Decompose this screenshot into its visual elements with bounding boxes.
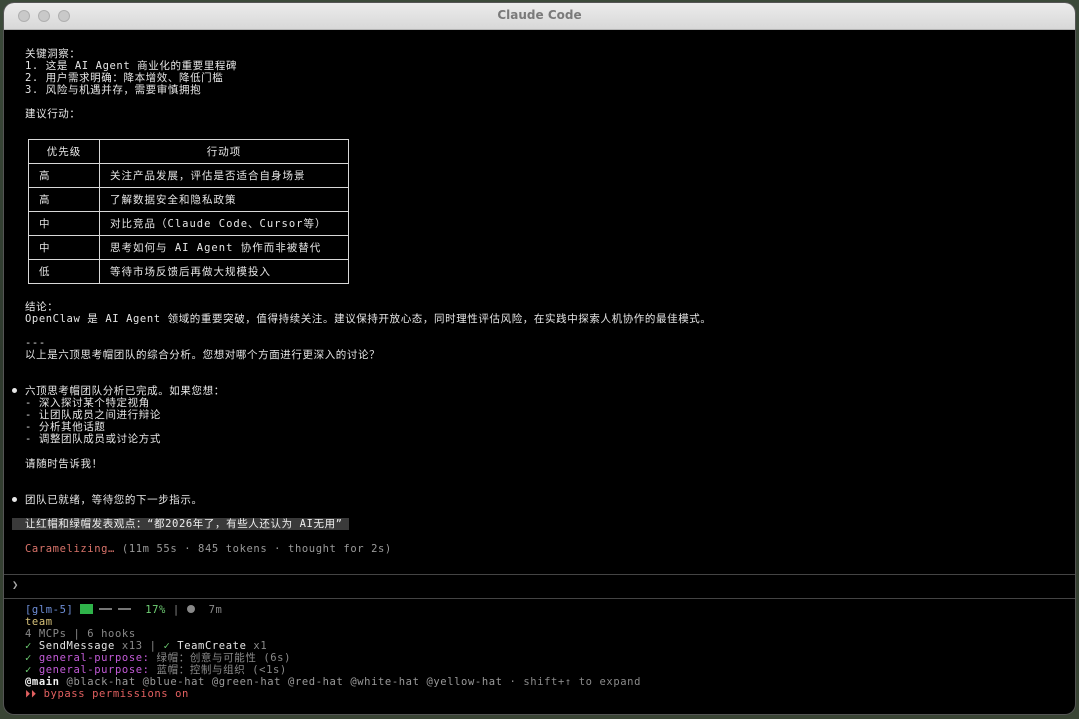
summary-question: 以上是六顶思考帽团队的综合分析。您想对哪个方面进行更深入的讨论？ xyxy=(25,349,381,361)
action-cell: 了解数据安全和隐私政策 xyxy=(99,187,349,212)
actions-title: 建议行动： xyxy=(25,108,81,120)
action-cell: 等待市场反馈后再做大规模投入 xyxy=(99,259,349,284)
priority-cell: 高 xyxy=(28,163,100,188)
terminal-output: 关键洞察： 1. 这是 AI Agent 商业化的重要里程碑 2. 用户需求明确… xyxy=(4,30,1075,714)
prompt-input-row[interactable]: ❯ xyxy=(12,579,26,591)
message-bullet-icon xyxy=(12,388,17,393)
team-members-row: @main @black-hat @blue-hat @green-hat @r… xyxy=(25,676,641,688)
action-cell: 关注产品发展，评估是否适合自身场景 xyxy=(99,163,349,188)
mcp-hooks-info: 4 MCPs | 6 hooks xyxy=(25,628,136,640)
table-row: 中 对比竞品（Claude Code、Cursor等） xyxy=(28,211,349,236)
context-bar-empty xyxy=(118,608,132,610)
bypass-permissions-row: ⏵⏵ bypass permissions on xyxy=(25,688,189,700)
team-label: team xyxy=(25,616,53,628)
hat-agents-list[interactable]: @black-hat @blue-hat @green-hat @red-hat… xyxy=(67,676,503,688)
option-item: - 深入探讨某个特定视角 xyxy=(25,397,150,409)
assistant-message-outro: 请随时告诉我！ xyxy=(25,458,103,470)
input-top-divider xyxy=(4,574,1075,575)
terminal-window: Claude Code 关键洞察： 1. 这是 AI Agent 商业化的重要里… xyxy=(4,3,1075,714)
agent-status-row: ✓ general-purpose: 蓝帽：控制与组织 (<1s) xyxy=(25,664,287,676)
window-title: Claude Code xyxy=(497,8,582,22)
message-bullet-icon xyxy=(12,497,17,502)
input-bottom-divider xyxy=(4,598,1075,599)
tools-summary: ✓ SendMessage x13 | ✓ TeamCreate x1 xyxy=(25,640,267,652)
footer-model-row: [glm-5] 17% | 7m xyxy=(25,604,222,616)
priority-cell: 低 xyxy=(28,259,100,284)
bypass-icon: ⏵⏵ xyxy=(25,688,37,700)
context-bar-empty xyxy=(99,608,113,610)
action-cell: 思考如何与 AI Agent 协作而非被替代 xyxy=(99,235,349,260)
table-row: 高 关注产品发展，评估是否适合自身场景 xyxy=(28,163,349,188)
insights-title: 关键洞察： xyxy=(25,48,81,60)
table-row: 中 思考如何与 AI Agent 协作而非被替代 xyxy=(28,235,349,260)
bypass-permissions-status: bypass permissions on xyxy=(43,688,189,700)
clock-icon xyxy=(186,605,195,613)
agent-name: general-purpose: xyxy=(38,664,150,676)
status-spinner-text: Caramelizing… xyxy=(25,543,115,555)
user-prompt-message: 让红帽和绿帽发表观点：“都2026年了，有些人还认为 AI无用” xyxy=(12,518,349,530)
insight-item: 2. 用户需求明确：降本增效、降低门槛 xyxy=(25,72,224,84)
priority-cell: 高 xyxy=(28,187,100,212)
tool-name: TeamCreate xyxy=(177,640,247,652)
check-icon: ✓ xyxy=(25,664,32,676)
main-agent-tag[interactable]: @main xyxy=(25,676,60,688)
agent-description: 蓝帽：控制与组织 (<1s) xyxy=(156,664,287,676)
context-percent: 17% xyxy=(145,604,166,616)
tool-count: x1 xyxy=(253,640,268,652)
title-bar: Claude Code xyxy=(4,3,1075,30)
elapsed-time: 7m xyxy=(208,604,223,616)
table-header-priority: 优先级 xyxy=(28,139,100,164)
action-cell: 对比竞品（Claude Code、Cursor等） xyxy=(99,211,349,236)
priority-cell: 中 xyxy=(28,211,100,236)
model-name: [glm-5] xyxy=(25,604,74,616)
tool-count: x13 xyxy=(121,640,143,652)
priority-cell: 中 xyxy=(28,235,100,260)
expand-hint: · shift+↑ to expand xyxy=(509,676,642,688)
agent-description: 绿帽：创意与可能性 (6s) xyxy=(156,652,292,664)
check-icon: ✓ xyxy=(25,652,32,664)
status-line: Caramelizing… (11m 55s · 845 tokens · th… xyxy=(25,543,392,555)
insight-item: 3. 风险与机遇并存，需要审慎拥抱 xyxy=(25,84,202,96)
check-icon: ✓ xyxy=(163,640,171,652)
table-row: 低 等待市场反馈后再做大规模投入 xyxy=(28,259,349,284)
actions-table: 优先级 行动项 高 关注产品发展，评估是否适合自身场景 高 了解数据安全和隐私政… xyxy=(28,139,349,284)
status-detail: (11m 55s · 845 tokens · thought for 2s) xyxy=(121,543,392,555)
tool-name: SendMessage xyxy=(38,640,115,652)
agent-name: general-purpose: xyxy=(38,652,150,664)
footer-separator: | xyxy=(172,604,180,616)
agent-status-row: ✓ general-purpose: 绿帽：创意与可能性 (6s) xyxy=(25,652,291,664)
table-row: 高 了解数据安全和隐私政策 xyxy=(28,187,349,212)
context-bar-fill xyxy=(80,604,94,614)
separator-line: --- xyxy=(25,337,46,349)
option-item: - 让团队成员之间进行辩论 xyxy=(25,409,161,421)
check-icon: ✓ xyxy=(25,640,32,652)
footer-separator: | xyxy=(149,640,157,652)
option-item: - 分析其他话题 xyxy=(25,421,106,433)
option-item: - 调整团队成员或讨论方式 xyxy=(25,433,161,445)
table-header-action: 行动项 xyxy=(99,139,349,164)
prompt-chevron-icon: ❯ xyxy=(12,579,19,591)
conclusion-text: OpenClaw 是 AI Agent 领域的重要突破，值得持续关注。建议保持开… xyxy=(25,313,712,325)
assistant-message: 团队已就绪，等待您的下一步指示。 xyxy=(25,494,203,506)
assistant-message-intro: 六顶思考帽团队分析已完成。如果您想： xyxy=(25,385,225,397)
insight-item: 1. 这是 AI Agent 商业化的重要里程碑 xyxy=(25,60,238,72)
conclusion-title: 结论： xyxy=(25,301,59,313)
table-header-row: 优先级 行动项 xyxy=(28,139,349,164)
